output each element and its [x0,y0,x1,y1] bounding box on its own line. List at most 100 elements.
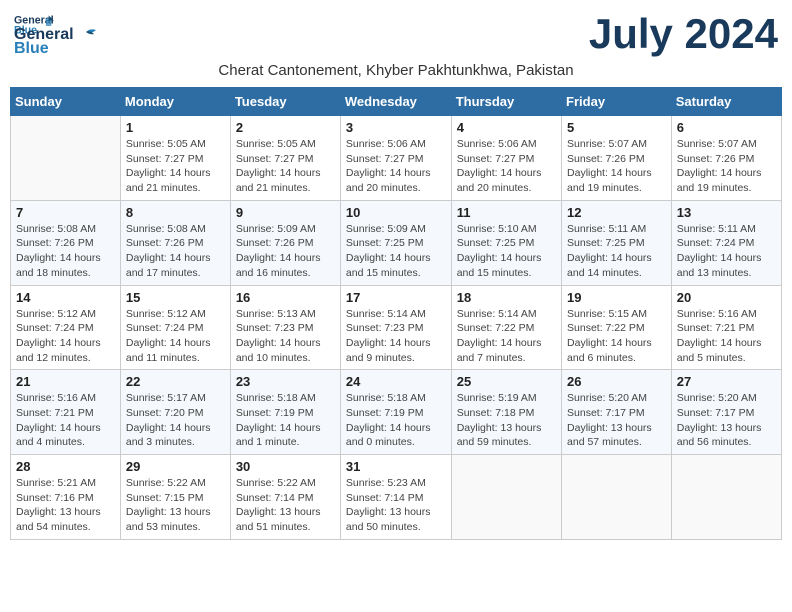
day-number: 28 [16,459,115,474]
day-number: 10 [346,205,446,220]
logo-bird-icon [76,28,98,42]
day-number: 29 [126,459,225,474]
calendar-cell: 19Sunrise: 5:15 AMSunset: 7:22 PMDayligh… [562,285,672,370]
day-info: Sunrise: 5:15 AMSunset: 7:22 PMDaylight:… [567,307,666,366]
calendar-cell: 22 Sunrise: 5:17 AMSunset: 7:20 PMDayligh… [120,370,230,455]
day-info: Sunrise: 5:20 AMSunset: 7:17 PMDaylight:… [567,391,666,450]
day-info: Sunrise: 5:11 AMSunset: 7:25 PMDaylight:… [567,222,666,281]
day-info: Sunrise: 5:10 AMSunset: 7:25 PMDaylight:… [457,222,556,281]
day-info: Sunrise: 5:22 AMSunset: 7:14 PMDaylight:… [236,476,335,535]
day-info: Sunrise: 5:17 AMSunset: 7:20 PMDaylight:… [126,391,225,450]
day-info: Sunrise: 5:20 AMSunset: 7:17 PMDaylight:… [677,391,776,450]
day-number: 31 [346,459,446,474]
day-info: Sunrise: 5:08 AMSunset: 7:26 PMDaylight:… [16,222,115,281]
day-info: Sunrise: 5:18 AMSunset: 7:19 PMDaylight:… [346,391,446,450]
header: General Blue General Blue July 2024 [10,10,782,58]
day-info: Sunrise: 5:07 AMSunset: 7:26 PMDaylight:… [567,137,666,196]
weekday-header-thursday: Thursday [451,88,561,116]
day-info: Sunrise: 5:08 AMSunset: 7:26 PMDaylight:… [126,222,225,281]
calendar-table: SundayMondayTuesdayWednesdayThursdayFrid… [10,87,782,540]
calendar-cell: 6 Sunrise: 5:07 AMSunset: 7:26 PMDaylight… [671,116,781,201]
day-number: 15 [126,290,225,305]
day-info: Sunrise: 5:09 AMSunset: 7:26 PMDaylight:… [236,222,335,281]
weekday-header-saturday: Saturday [671,88,781,116]
weekday-header-sunday: Sunday [11,88,121,116]
day-info: Sunrise: 5:05 AMSunset: 7:27 PMDaylight:… [126,137,225,196]
calendar-cell: 11 Sunrise: 5:10 AMSunset: 7:25 PMDayligh… [451,200,561,285]
calendar-cell: 18 Sunrise: 5:14 AMSunset: 7:22 PMDayligh… [451,285,561,370]
day-info: Sunrise: 5:13 AMSunset: 7:23 PMDaylight:… [236,307,335,366]
weekday-header-row: SundayMondayTuesdayWednesdayThursdayFrid… [11,88,782,116]
day-number: 17 [346,290,446,305]
day-number: 5 [567,120,666,135]
day-number: 13 [677,205,776,220]
day-number: 22 [126,374,225,389]
calendar-subtitle: Cherat Cantonement, Khyber Pakhtunkhwa, … [10,62,782,79]
page-container: General Blue General Blue July 2024 Cher… [10,10,782,540]
day-number: 20 [677,290,776,305]
calendar-cell: 20 Sunrise: 5:16 AMSunset: 7:21 PMDayligh… [671,285,781,370]
calendar-cell: 29 Sunrise: 5:22 AMSunset: 7:15 PMDayligh… [120,455,230,540]
day-info: Sunrise: 5:14 AMSunset: 7:22 PMDaylight:… [457,307,556,366]
day-number: 16 [236,290,335,305]
calendar-cell: 10 Sunrise: 5:09 AMSunset: 7:25 PMDayligh… [340,200,451,285]
day-info: Sunrise: 5:19 AMSunset: 7:18 PMDaylight:… [457,391,556,450]
calendar-cell: 27 Sunrise: 5:20 AMSunset: 7:17 PMDayligh… [671,370,781,455]
calendar-cell: 16 Sunrise: 5:13 AMSunset: 7:23 PMDayligh… [230,285,340,370]
day-number: 2 [236,120,335,135]
day-number: 25 [457,374,556,389]
calendar-cell: 4Sunrise: 5:06 AMSunset: 7:27 PMDaylight… [451,116,561,201]
day-number: 21 [16,374,115,389]
calendar-header: SundayMondayTuesdayWednesdayThursdayFrid… [11,88,782,116]
calendar-cell: 15Sunrise: 5:12 AMSunset: 7:24 PMDayligh… [120,285,230,370]
day-number: 11 [457,205,556,220]
day-info: Sunrise: 5:21 AMSunset: 7:16 PMDaylight:… [16,476,115,535]
calendar-cell: 12 Sunrise: 5:11 AMSunset: 7:25 PMDayligh… [562,200,672,285]
calendar-cell: 3 Sunrise: 5:06 AMSunset: 7:27 PMDaylight… [340,116,451,201]
day-info: Sunrise: 5:06 AMSunset: 7:27 PMDaylight:… [346,137,446,196]
day-info: Sunrise: 5:09 AMSunset: 7:25 PMDaylight:… [346,222,446,281]
weekday-header-friday: Friday [562,88,672,116]
day-info: Sunrise: 5:11 AMSunset: 7:24 PMDaylight:… [677,222,776,281]
day-info: Sunrise: 5:16 AMSunset: 7:21 PMDaylight:… [677,307,776,366]
day-number: 30 [236,459,335,474]
day-number: 7 [16,205,115,220]
calendar-cell: 31 Sunrise: 5:23 AMSunset: 7:14 PMDayligh… [340,455,451,540]
day-number: 27 [677,374,776,389]
week-row-2: 14Sunrise: 5:12 AMSunset: 7:24 PMDayligh… [11,285,782,370]
day-number: 6 [677,120,776,135]
calendar-cell: 13 Sunrise: 5:11 AMSunset: 7:24 PMDayligh… [671,200,781,285]
calendar-cell: 5 Sunrise: 5:07 AMSunset: 7:26 PMDaylight… [562,116,672,201]
day-number: 1 [126,120,225,135]
calendar-cell: 17Sunrise: 5:14 AMSunset: 7:23 PMDayligh… [340,285,451,370]
calendar-cell: 9 Sunrise: 5:09 AMSunset: 7:26 PMDaylight… [230,200,340,285]
calendar-cell: 8 Sunrise: 5:08 AMSunset: 7:26 PMDaylight… [120,200,230,285]
day-number: 8 [126,205,225,220]
logo: General Blue General Blue [14,10,100,58]
calendar-cell [451,455,561,540]
calendar-cell: 1 Sunrise: 5:05 AMSunset: 7:27 PMDaylight… [120,116,230,201]
calendar-body: 1 Sunrise: 5:05 AMSunset: 7:27 PMDaylight… [11,116,782,540]
day-info: Sunrise: 5:12 AMSunset: 7:24 PMDaylight:… [16,307,115,366]
week-row-4: 28 Sunrise: 5:21 AMSunset: 7:16 PMDayligh… [11,455,782,540]
calendar-cell: 26Sunrise: 5:20 AMSunset: 7:17 PMDayligh… [562,370,672,455]
day-info: Sunrise: 5:22 AMSunset: 7:15 PMDaylight:… [126,476,225,535]
day-number: 18 [457,290,556,305]
calendar-cell [671,455,781,540]
day-number: 9 [236,205,335,220]
day-info: Sunrise: 5:23 AMSunset: 7:14 PMDaylight:… [346,476,446,535]
day-number: 12 [567,205,666,220]
week-row-0: 1 Sunrise: 5:05 AMSunset: 7:27 PMDaylight… [11,116,782,201]
calendar-cell: 25 Sunrise: 5:19 AMSunset: 7:18 PMDayligh… [451,370,561,455]
day-info: Sunrise: 5:07 AMSunset: 7:26 PMDaylight:… [677,137,776,196]
logo-blue: Blue [14,40,49,58]
day-info: Sunrise: 5:06 AMSunset: 7:27 PMDaylight:… [457,137,556,196]
day-info: Sunrise: 5:16 AMSunset: 7:21 PMDaylight:… [16,391,115,450]
weekday-header-tuesday: Tuesday [230,88,340,116]
calendar-cell: 14Sunrise: 5:12 AMSunset: 7:24 PMDayligh… [11,285,121,370]
day-number: 23 [236,374,335,389]
day-number: 3 [346,120,446,135]
week-row-1: 7 Sunrise: 5:08 AMSunset: 7:26 PMDaylight… [11,200,782,285]
day-number: 24 [346,374,446,389]
calendar-cell: 7 Sunrise: 5:08 AMSunset: 7:26 PMDaylight… [11,200,121,285]
